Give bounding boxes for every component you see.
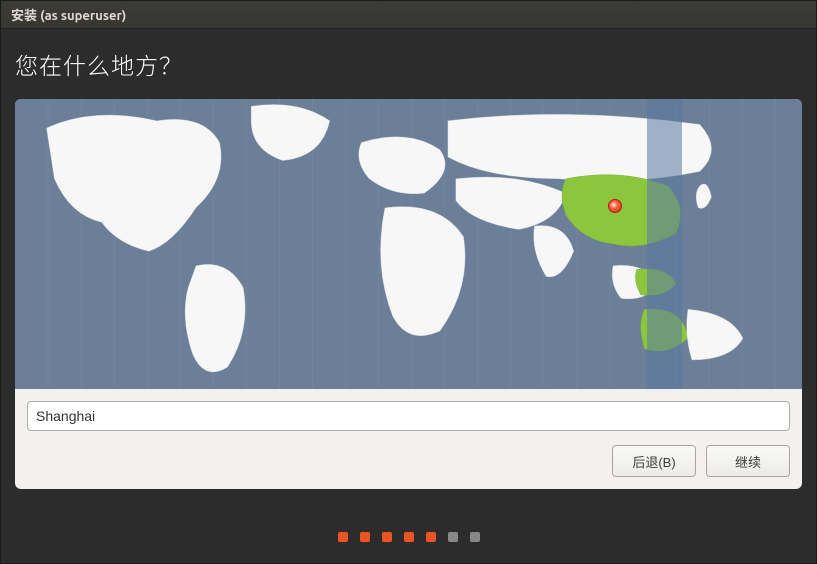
pager-dot (426, 532, 436, 542)
continue-button[interactable]: 继续 (706, 445, 790, 477)
timezone-input-row (15, 389, 802, 445)
timezone-band-highlight (647, 99, 682, 389)
window-titlebar: 安装 (as superuser) (1, 1, 816, 29)
content-area: 您在什么地方？ (1, 29, 816, 503)
button-row: 后退(B) 继续 (15, 445, 802, 477)
location-marker-icon (608, 199, 622, 213)
inner-panel: 后退(B) 继续 (15, 99, 802, 489)
world-map-svg (15, 99, 802, 389)
page-heading: 您在什么地方？ (15, 47, 802, 81)
pager-dot (338, 532, 348, 542)
pager-dot (404, 532, 414, 542)
timezone-input[interactable] (27, 401, 790, 431)
pager-dot (360, 532, 370, 542)
window-title: 安装 (as superuser) (11, 5, 126, 24)
pager-dot (470, 532, 480, 542)
pager-dot (382, 532, 392, 542)
progress-pager (0, 532, 817, 542)
timezone-map[interactable] (15, 99, 802, 389)
back-button[interactable]: 后退(B) (612, 445, 696, 477)
pager-dot (448, 532, 458, 542)
